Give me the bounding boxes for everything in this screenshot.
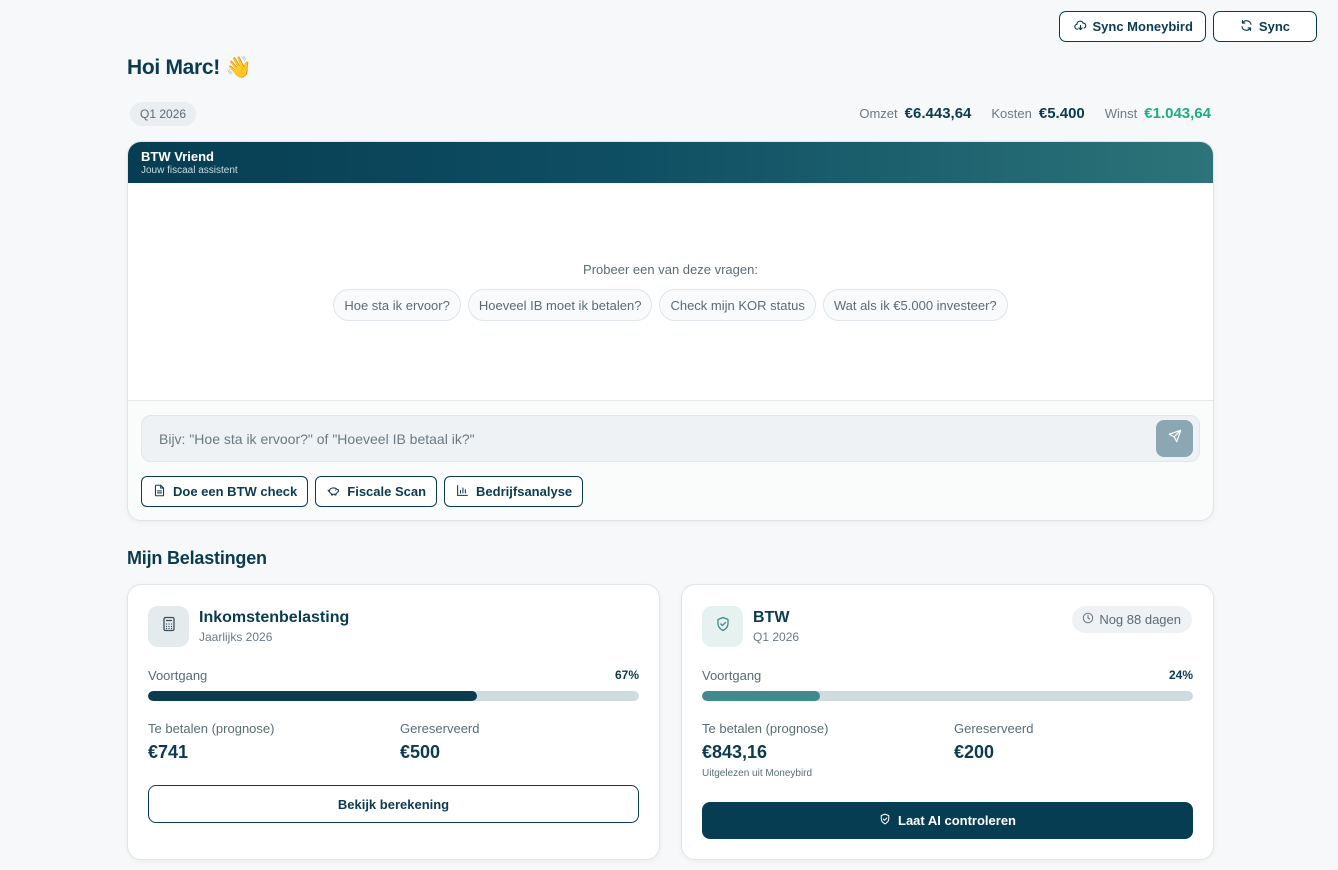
send-icon [1168,429,1182,448]
chat-input[interactable] [142,416,1142,461]
send-button[interactable] [1156,420,1193,457]
vat-icon-box [702,606,743,647]
revenue-label: Omzet [859,106,898,121]
vat-title: BTW [753,609,790,626]
income-tax-progress-percent: 67% [614,668,639,682]
period-badge: Q1 2026 [130,102,197,126]
income-tax-title: Inkomstenbelasting [199,609,350,626]
costs-label: Kosten [991,106,1032,121]
suggestion-chip[interactable]: Check mijn KOR status [659,289,816,321]
assistant-chat-card: BTW Vriend Jouw fiscaal assistent Probee… [127,141,1214,521]
view-calculation-button[interactable]: Bekijk berekening [148,785,639,823]
btw-check-label: Doe een BTW check [173,484,298,499]
assistant-subtitle: Jouw fiscaal assistent [141,165,238,176]
cloud-sync-icon [1073,19,1087,35]
suggestion-chips: Hoe sta ik ervoor? Hoeveel IB moet ik be… [128,289,1213,321]
btw-check-button[interactable]: Doe een BTW check [141,476,309,507]
profit-label: Winst [1104,106,1138,121]
shield-check-icon [879,813,891,828]
revenue-stat: Omzet €6.443,64 [859,105,971,122]
view-calculation-label: Bekijk berekening [337,796,450,812]
income-tax-due-label: Te betalen (prognose) [148,721,275,736]
profit-value: €1.043,64 [1144,105,1211,122]
clock-icon [1082,612,1094,627]
top-actions: Sync Moneybird Sync [1058,11,1317,42]
suggestion-chip[interactable]: Wat als ik €5.000 investeer? [822,289,1008,321]
vat-progress-percent: 24% [1168,668,1193,682]
income-tax-reserved-value: €500 [400,742,441,762]
profit-stat: Winst €1.043,64 [1105,105,1211,122]
income-tax-reserved-label: Gereserveerd [400,721,480,736]
vat-progress-label: Voortgang [702,668,762,683]
income-tax-card: Inkomstenbelasting Jaarlijks 2026 Voortg… [127,584,660,860]
summary-stats: Omzet €6.443,64 Kosten €5.400 Winst €1.043,… [859,105,1211,122]
vat-reserved-label: Gereserveerd [954,721,1034,736]
suggestion-chip[interactable]: Hoeveel IB moet ik betalen? [467,289,653,321]
sync-label: Sync [1258,19,1290,34]
refresh-icon [1240,19,1253,35]
vat-due-source-note: Uitgelezen uit Moneybird [702,768,813,779]
sync-moneybird-label: Sync Moneybird [1092,19,1193,34]
quick-actions: Doe een BTW check Fiscale Scan Bedrijfsa… [141,476,584,507]
vat-progress-fill [702,691,820,701]
vat-subtitle: Q1 2026 [753,630,800,644]
assistant-header: BTW Vriend Jouw fiscaal assistent [128,142,1213,183]
chat-input-wrapper [141,415,1200,462]
piggy-bank-icon [327,484,340,500]
assistant-title: BTW Vriend [141,149,214,164]
chat-messages-area: Probeer een van deze vragen: Hoe sta ik … [128,183,1213,401]
business-analysis-label: Bedrijfsanalyse [476,484,573,499]
ai-check-label: Laat AI controleren [898,813,1016,828]
business-analysis-button[interactable]: Bedrijfsanalyse [444,476,584,507]
bar-chart-icon [456,484,469,500]
vat-reserved-value: €200 [954,742,995,762]
income-tax-progress-label: Voortgang [148,668,208,683]
shield-check-icon [715,616,731,637]
taxes-section-title: Mijn Belastingen [127,548,267,568]
vat-deadline-badge: Nog 88 dagen [1072,606,1192,633]
revenue-value: €6.443,64 [904,105,972,122]
fiscal-scan-button[interactable]: Fiscale Scan [315,476,438,507]
suggestions-label: Probeer een van deze vragen: [583,262,758,277]
vat-due-label: Te betalen (prognose) [702,721,829,736]
income-tax-icon-box [148,606,189,647]
income-tax-progress-bar [148,691,639,701]
income-tax-due-value: €741 [148,742,189,762]
vat-card: BTW Q1 2026 Nog 88 dagen Voortgang 24% T… [681,584,1214,860]
fiscal-scan-label: Fiscale Scan [347,484,427,499]
costs-stat: Kosten €5.400 [991,105,1084,122]
vat-progress-bar [702,691,1193,701]
costs-value: €5.400 [1038,105,1085,122]
income-tax-progress-fill [148,691,477,701]
sync-button[interactable]: Sync [1212,11,1317,42]
suggestion-chip[interactable]: Hoe sta ik ervoor? [333,289,461,321]
vat-due-value: €843,16 [702,742,768,762]
document-icon [153,484,166,500]
calculator-icon [161,616,177,637]
ai-check-button[interactable]: Laat AI controleren [702,802,1193,839]
sync-moneybird-button[interactable]: Sync Moneybird [1058,11,1206,42]
income-tax-subtitle: Jaarlijks 2026 [199,630,273,644]
vat-deadline-label: Nog 88 dagen [1099,612,1181,627]
greeting-title: Hoi Marc! 👋 [127,56,252,79]
